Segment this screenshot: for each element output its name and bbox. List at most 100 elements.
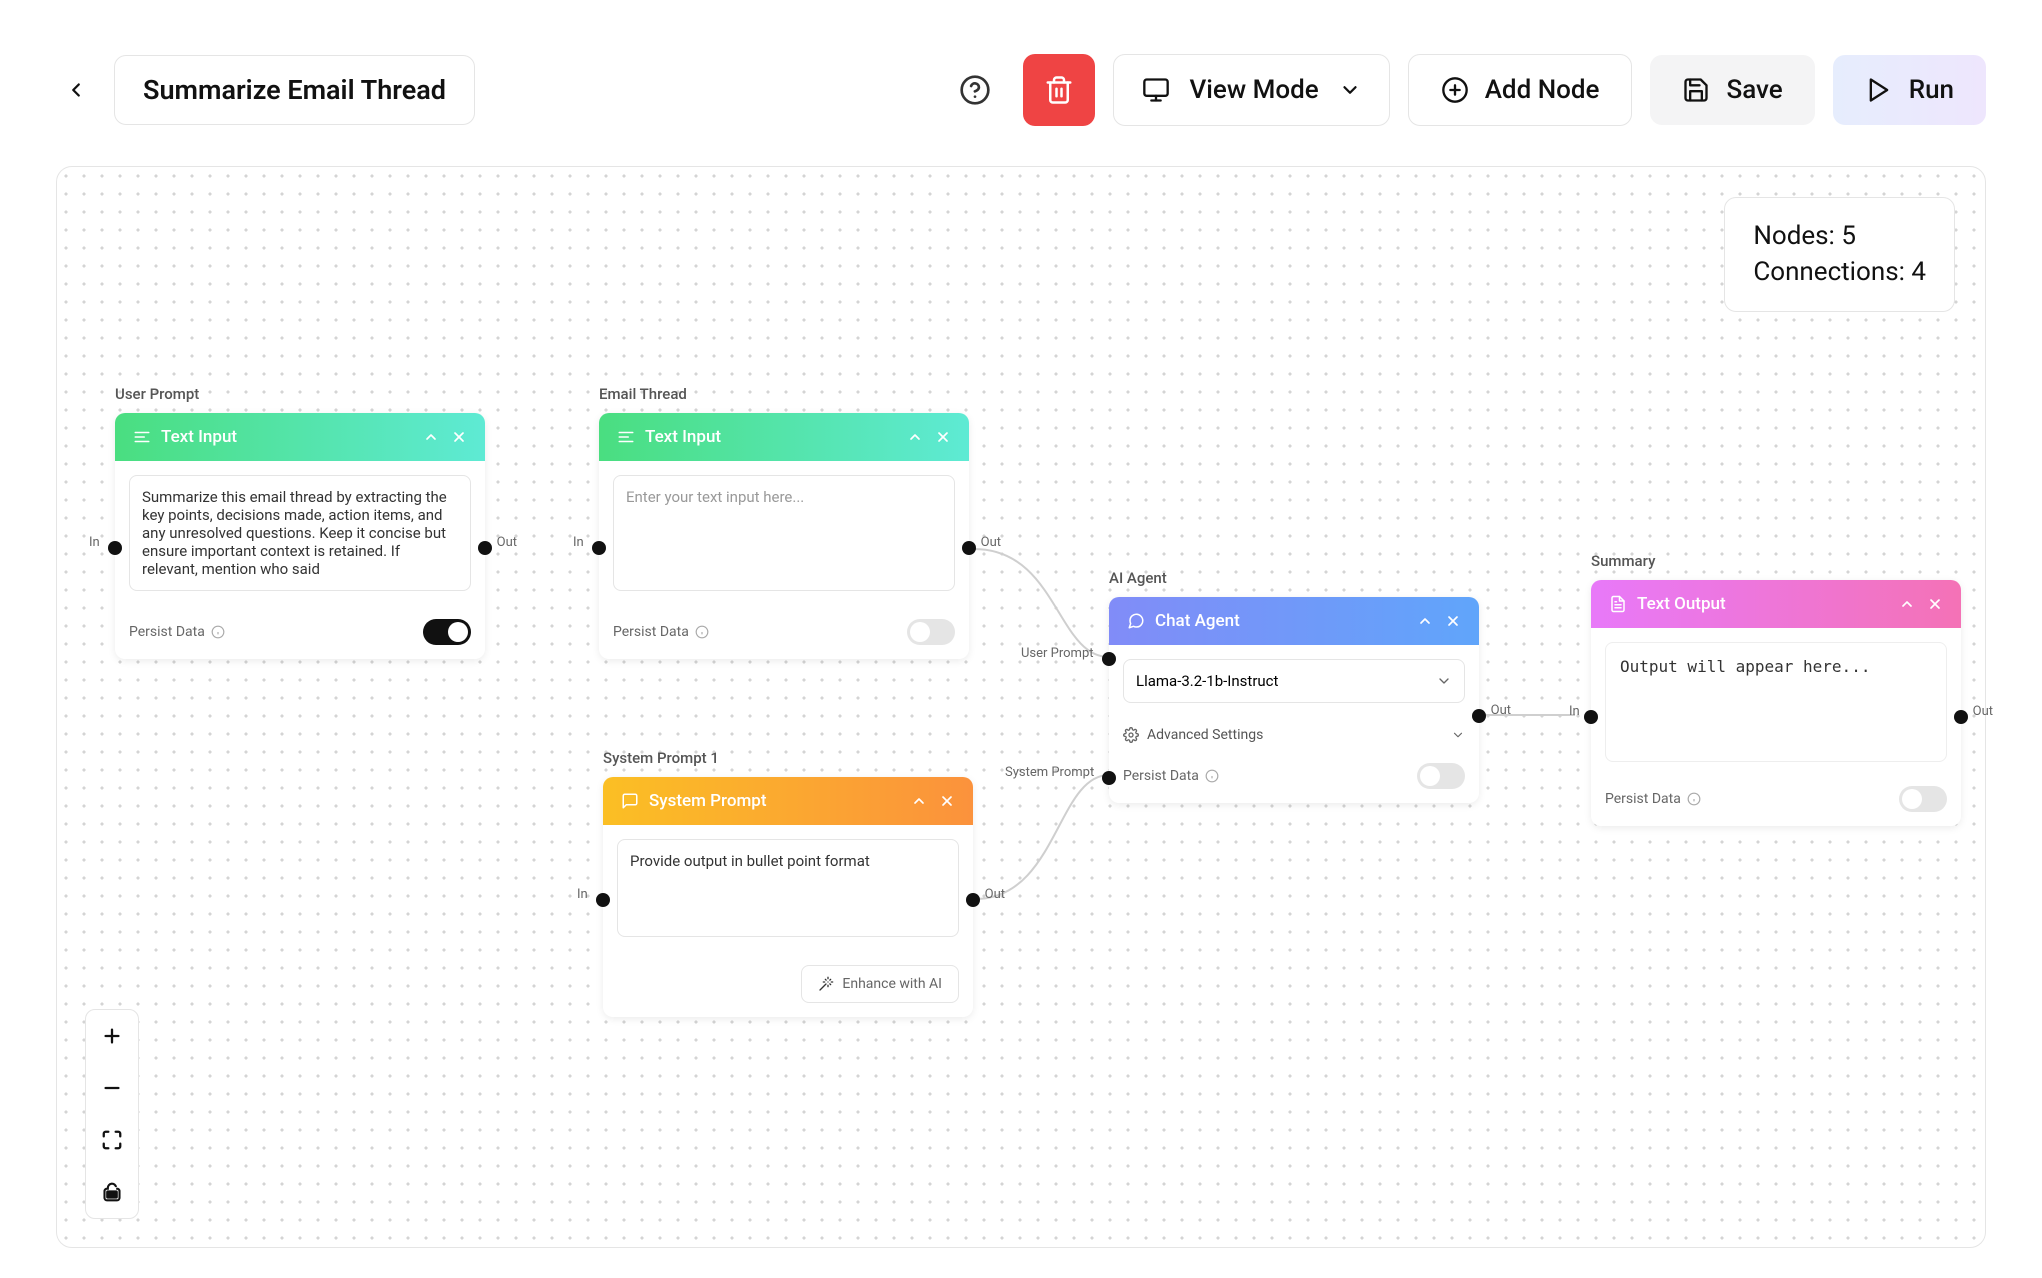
close-icon[interactable] <box>939 793 955 809</box>
unlock-icon <box>102 1182 122 1202</box>
persist-label: Persist Data <box>1605 791 1681 807</box>
email-thread-textarea[interactable] <box>613 475 955 591</box>
port-user-prompt[interactable] <box>1102 652 1116 666</box>
node-header[interactable]: Text Input <box>599 413 969 461</box>
close-icon[interactable] <box>1927 596 1943 612</box>
system-prompt-textarea[interactable] <box>617 839 959 937</box>
settings-icon <box>1123 727 1139 743</box>
node-title: AI Agent <box>1109 569 1167 587</box>
close-icon[interactable] <box>451 429 467 445</box>
port-out-label: Out <box>985 887 1005 902</box>
chevron-left-icon <box>65 79 87 101</box>
port-system-prompt[interactable] <box>1102 771 1116 785</box>
chevron-up-icon[interactable] <box>1899 596 1915 612</box>
port-in-label: In <box>573 535 584 550</box>
workflow-title[interactable]: Summarize Email Thread <box>114 55 475 125</box>
port-in[interactable] <box>108 541 122 555</box>
port-out[interactable] <box>1954 710 1968 724</box>
persist-label: Persist Data <box>129 624 205 640</box>
add-node-button[interactable]: Add Node <box>1408 54 1633 126</box>
port-out[interactable] <box>1472 709 1486 723</box>
port-out-label: Out <box>497 535 517 550</box>
chevron-up-icon[interactable] <box>1417 613 1433 629</box>
close-icon[interactable] <box>1445 613 1461 629</box>
user-prompt-textarea[interactable] <box>129 475 471 591</box>
node-ai-agent[interactable]: AI Agent Chat Agent Llama-3.2-1b-Instruc… <box>1109 597 1479 803</box>
chevron-up-icon[interactable] <box>423 429 439 445</box>
node-header-label: Text Input <box>645 427 721 447</box>
connections-count: 4 <box>1911 257 1926 287</box>
port-out[interactable] <box>478 541 492 555</box>
zoom-out-button[interactable] <box>86 1062 138 1114</box>
node-title: User Prompt <box>115 385 199 403</box>
run-button[interactable]: Run <box>1833 55 1986 125</box>
info-icon <box>211 625 225 639</box>
fit-view-button[interactable] <box>86 1114 138 1166</box>
play-icon <box>1865 76 1893 104</box>
lock-button[interactable] <box>86 1166 138 1218</box>
persist-toggle[interactable] <box>907 619 955 645</box>
text-icon <box>617 428 635 446</box>
port-out[interactable] <box>966 893 980 907</box>
port-in-label: In <box>577 887 588 902</box>
chevron-up-icon[interactable] <box>911 793 927 809</box>
port-out-label: Out <box>981 535 1001 550</box>
persist-label: Persist Data <box>613 624 689 640</box>
chevron-up-icon[interactable] <box>907 429 923 445</box>
node-header[interactable]: Chat Agent <box>1109 597 1479 645</box>
port-in[interactable] <box>596 893 610 907</box>
connections-label: Connections: <box>1753 257 1905 287</box>
model-select[interactable]: Llama-3.2-1b-Instruct <box>1123 659 1465 703</box>
port-in[interactable] <box>1584 710 1598 724</box>
info-icon <box>1205 769 1219 783</box>
node-system-prompt[interactable]: System Prompt 1 System Prompt Enhance wi… <box>603 777 973 1017</box>
node-header[interactable]: Text Input <box>115 413 485 461</box>
stats-box: Nodes: 5 Connections: 4 <box>1724 197 1955 312</box>
chevron-down-icon <box>1436 673 1452 689</box>
close-icon[interactable] <box>935 429 951 445</box>
port-out[interactable] <box>962 541 976 555</box>
maximize-icon <box>101 1129 123 1151</box>
port-in[interactable] <box>592 541 606 555</box>
port-user-prompt-label: User Prompt <box>1021 646 1094 661</box>
node-email-thread[interactable]: Email Thread Text Input Persist Data In … <box>599 413 969 659</box>
node-user-prompt[interactable]: User Prompt Text Input Persist Data In O… <box>115 413 485 659</box>
node-title: Email Thread <box>599 385 687 403</box>
help-button[interactable] <box>945 60 1005 120</box>
run-label: Run <box>1909 75 1954 105</box>
port-system-prompt-label: System Prompt <box>1005 765 1094 780</box>
workflow-canvas[interactable]: Nodes: 5 Connections: 4 User Prompt Text… <box>56 166 1986 1248</box>
help-icon <box>959 74 991 106</box>
add-node-label: Add Node <box>1485 75 1600 105</box>
info-icon <box>695 625 709 639</box>
plus-circle-icon <box>1441 76 1469 104</box>
back-button[interactable] <box>56 70 96 110</box>
node-title: System Prompt 1 <box>603 749 719 767</box>
chevron-down-icon <box>1451 728 1465 742</box>
plus-icon <box>101 1025 123 1047</box>
zoom-controls <box>85 1009 139 1219</box>
node-header[interactable]: System Prompt <box>603 777 973 825</box>
save-icon <box>1682 76 1710 104</box>
persist-toggle[interactable] <box>423 619 471 645</box>
zoom-in-button[interactable] <box>86 1010 138 1062</box>
persist-toggle[interactable] <box>1417 763 1465 789</box>
nodes-count: 5 <box>1841 221 1856 251</box>
node-header-label: Text Input <box>161 427 237 447</box>
node-header-label: Text Output <box>1637 594 1726 614</box>
persist-toggle[interactable] <box>1899 786 1947 812</box>
node-header[interactable]: Text Output <box>1591 580 1961 628</box>
nodes-label: Nodes: <box>1753 221 1835 251</box>
delete-button[interactable] <box>1023 54 1095 126</box>
wand-icon <box>818 976 834 992</box>
enhance-ai-button[interactable]: Enhance with AI <box>801 965 959 1003</box>
node-summary[interactable]: Summary Text Output Output will appear h… <box>1591 580 1961 826</box>
model-value: Llama-3.2-1b-Instruct <box>1136 672 1278 690</box>
save-button[interactable]: Save <box>1650 55 1814 125</box>
header-bar: Summarize Email Thread View Mode Add Nod… <box>0 45 2042 135</box>
view-mode-dropdown[interactable]: View Mode <box>1113 54 1390 126</box>
monitor-icon <box>1142 76 1170 104</box>
message-icon <box>621 792 639 810</box>
node-header-label: Chat Agent <box>1155 611 1240 631</box>
advanced-settings[interactable]: Advanced Settings <box>1109 717 1479 753</box>
